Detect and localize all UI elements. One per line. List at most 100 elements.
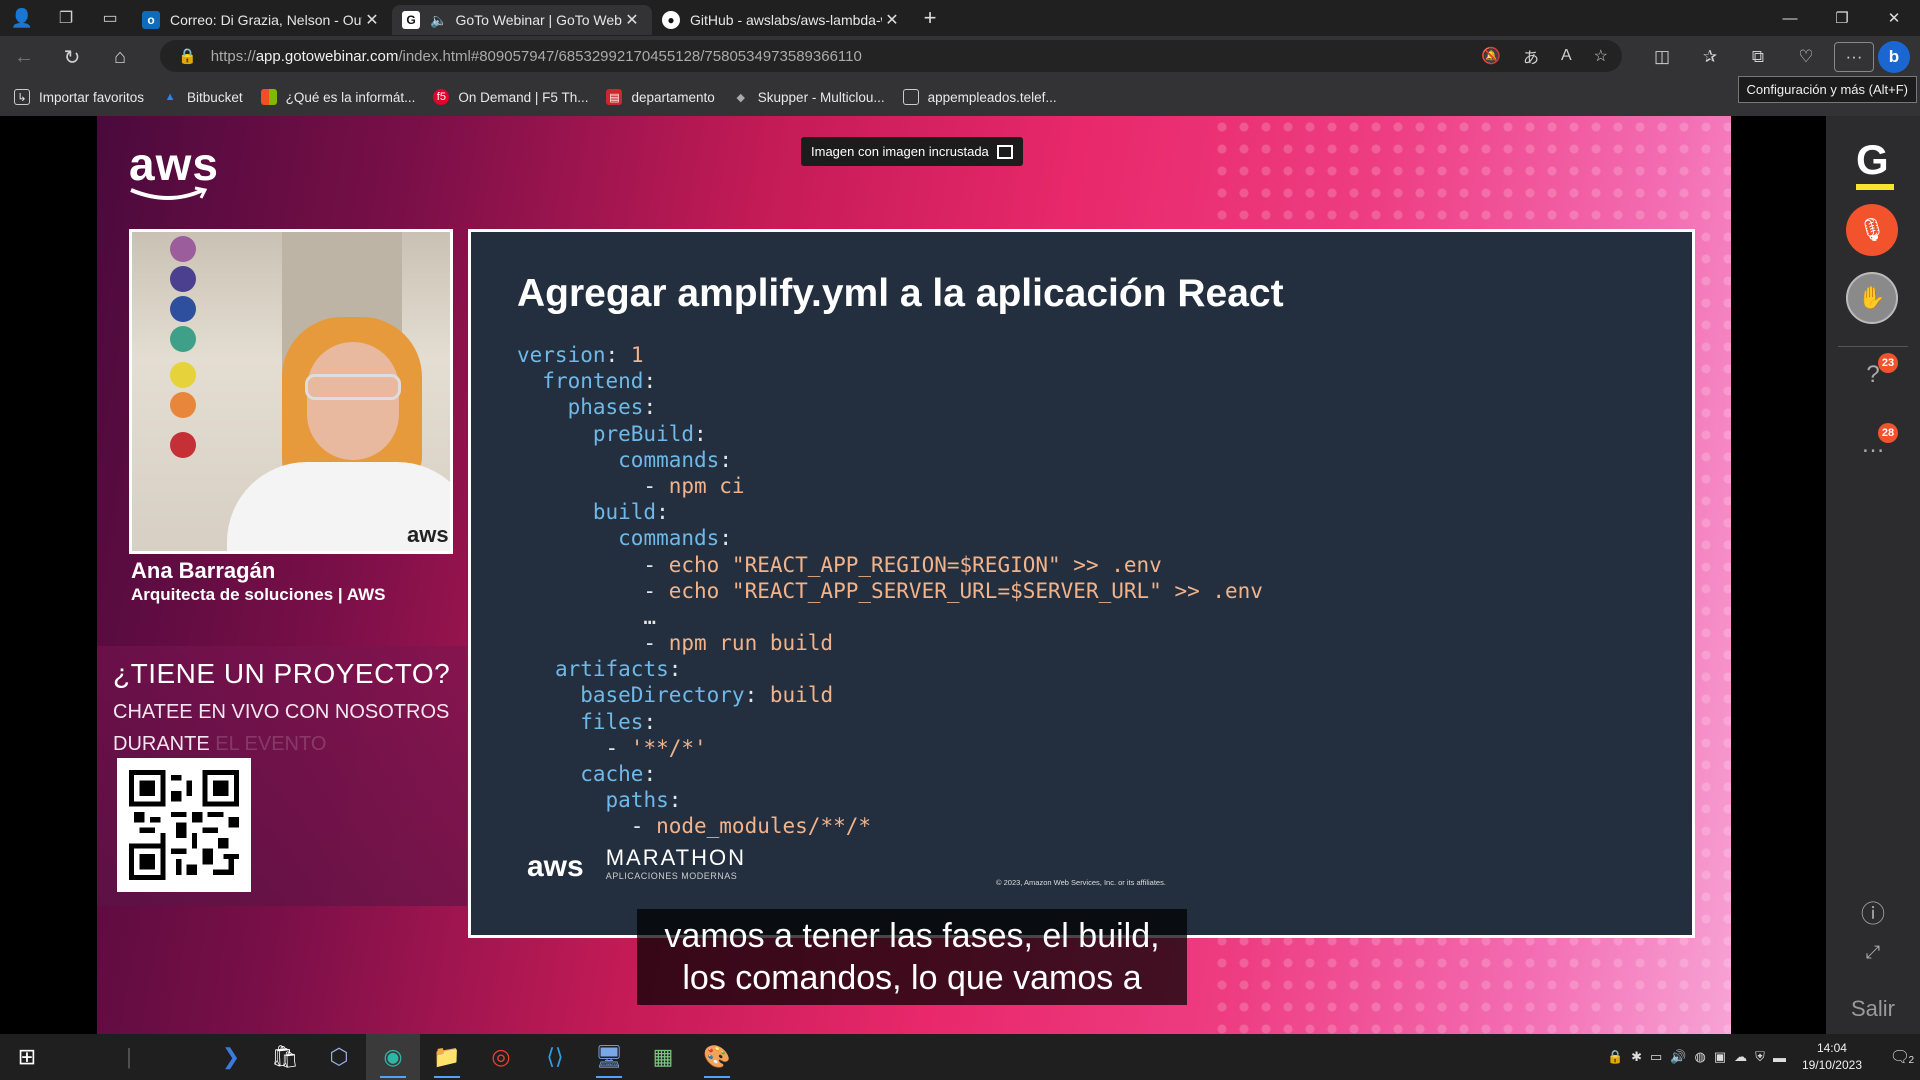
questions-button[interactable]: ? 23 bbox=[1858, 353, 1898, 391]
notification-count: 2 bbox=[1908, 1055, 1914, 1066]
code-token: - bbox=[517, 552, 669, 577]
battery-icon[interactable]: ▬ bbox=[1773, 1050, 1786, 1065]
close-window-button[interactable]: ✕ bbox=[1868, 0, 1920, 36]
qr-code[interactable] bbox=[117, 758, 251, 892]
code-token: artifacts bbox=[554, 657, 669, 682]
code-token: : bbox=[719, 526, 732, 551]
vscode-app[interactable]: ⟨⟩ bbox=[528, 1034, 582, 1080]
chat-button[interactable]: … 28 bbox=[1858, 423, 1898, 461]
file-explorer-app[interactable]: 📁 bbox=[420, 1034, 474, 1080]
tab-actions-icon[interactable]: ▭ bbox=[88, 0, 132, 36]
profile-avatar[interactable]: 👤 bbox=[0, 0, 44, 36]
split-screen-icon[interactable]: ◫ bbox=[1638, 47, 1686, 67]
url-prefix: https:// bbox=[210, 47, 256, 65]
bing-copilot-icon[interactable]: b bbox=[1878, 41, 1910, 73]
bookmarks-bar: ↳ Importar favoritos ▲ Bitbucket ¿Qué es l… bbox=[0, 78, 1920, 116]
edge-app[interactable]: ◉ bbox=[366, 1034, 420, 1080]
code-token: : bbox=[668, 788, 682, 813]
tray-display-icon[interactable]: ▣ bbox=[1714, 1049, 1726, 1065]
new-tab-button[interactable]: + bbox=[912, 5, 948, 31]
translate-icon[interactable]: あ bbox=[1523, 44, 1539, 68]
tab-outlook[interactable]: o Correo: Di Grazia, Nelson - Outlo ✕ bbox=[132, 5, 392, 35]
code-token: echo "REACT_APP_SERVER_URL=$SERVER_URL" … bbox=[668, 578, 1263, 603]
powershell-app[interactable]: ❯ bbox=[204, 1034, 258, 1080]
microsoft-icon bbox=[260, 89, 277, 105]
bookmark-bitbucket[interactable]: ▲ Bitbucket bbox=[162, 89, 243, 105]
code-token: files bbox=[580, 709, 644, 734]
bookmark-f5[interactable]: f5 On Demand | F5 Th... bbox=[433, 89, 588, 105]
code-token: : bbox=[643, 709, 657, 734]
minimize-button[interactable]: — bbox=[1764, 0, 1816, 36]
microphone-button[interactable]: 🎙 bbox=[1846, 204, 1898, 256]
presenter-webcam: aws bbox=[129, 229, 453, 554]
close-icon[interactable]: ✕ bbox=[882, 10, 902, 30]
video-stage[interactable]: aws Imagen con imagen incrustada aws Ana… bbox=[97, 116, 1731, 1034]
refresh-button[interactable]: ↻ bbox=[48, 45, 96, 70]
start-button[interactable]: ⊞ bbox=[0, 1034, 54, 1080]
code-token: commands bbox=[618, 447, 720, 472]
read-aloud-icon[interactable]: A bbox=[1561, 47, 1572, 65]
code-line: - echo "REACT_APP_SERVER_URL=$SERVER_URL… bbox=[517, 578, 1263, 604]
home-button[interactable]: ⌂ bbox=[96, 46, 144, 69]
browser-essentials-icon[interactable]: ♡ bbox=[1782, 47, 1830, 67]
live-caption: vamos a tener las fases, el build, los c… bbox=[637, 909, 1187, 1005]
tab-gotowebinar[interactable]: G 🔈 GoTo Webinar | GoTo Webin ✕ bbox=[392, 5, 652, 35]
notifications-blocked-icon[interactable]: 🔕 bbox=[1481, 46, 1501, 66]
info-button[interactable]: ⓘ bbox=[1858, 894, 1888, 928]
lock-icon[interactable]: 🔒 bbox=[178, 47, 197, 65]
bookmark-skupper[interactable]: ◆ Skupper - Multiclou... bbox=[733, 89, 885, 105]
bookmark-appempleados[interactable]: appempleados.telef... bbox=[902, 89, 1057, 105]
tray-app-icon[interactable]: ◍ bbox=[1695, 1049, 1706, 1065]
code-token: - bbox=[517, 814, 657, 839]
code-token: npm run build bbox=[668, 631, 834, 656]
close-icon[interactable]: ✕ bbox=[362, 10, 382, 30]
favorites-icon[interactable]: ✰ bbox=[1686, 47, 1734, 67]
exit-button[interactable]: Salir bbox=[1826, 996, 1920, 1022]
notification-icon: 🗨 bbox=[1889, 1049, 1911, 1066]
bookmark-departamento[interactable]: ▤ departamento bbox=[606, 89, 715, 105]
code-token: : bbox=[744, 683, 770, 708]
bluetooth-icon[interactable]: ✱ bbox=[1631, 1049, 1642, 1065]
url-input[interactable]: 🔒 https://app.gotowebinar.com/index.html… bbox=[160, 40, 1622, 72]
code-token: build bbox=[592, 500, 657, 525]
code-line: version: 1 bbox=[517, 342, 1263, 368]
tray-cloud-icon[interactable]: ☁ bbox=[1734, 1049, 1747, 1065]
volume-icon[interactable]: 🔊 bbox=[1670, 1049, 1686, 1065]
picture-in-picture-button[interactable]: Imagen con imagen incrustada bbox=[801, 137, 1023, 166]
raise-hand-button[interactable]: ✋ bbox=[1846, 272, 1898, 324]
collections-icon[interactable]: ⧉ bbox=[1734, 47, 1782, 67]
pip-icon bbox=[996, 144, 1013, 159]
webinar-viewport: aws Imagen con imagen incrustada aws Ana… bbox=[0, 116, 1920, 1034]
fullscreen-button[interactable]: ⤢ bbox=[1858, 942, 1888, 972]
clock[interactable]: 14:04 19/10/2023 bbox=[1802, 1040, 1862, 1074]
favorite-star-icon[interactable]: ☆ bbox=[1594, 46, 1608, 66]
restore-button[interactable]: ❐ bbox=[1816, 0, 1868, 36]
speaker-icon[interactable]: 🔈 bbox=[430, 12, 447, 29]
promo-title: ¿TIENE UN PROYECTO? bbox=[113, 658, 451, 689]
back-button[interactable]: ← bbox=[0, 46, 48, 69]
store-app[interactable]: 🛍 bbox=[258, 1034, 312, 1080]
tab-github[interactable]: ● GitHub - awslabs/aws-lambda-w ✕ bbox=[652, 5, 912, 35]
notification-center-button[interactable]: 🗨 2 bbox=[1880, 1047, 1920, 1067]
presentation-slide: Agregar amplify.yml a la aplicación Reac… bbox=[468, 229, 1695, 938]
microphone-muted-icon: 🎙 bbox=[1858, 217, 1886, 242]
more-options-button[interactable]: ··· bbox=[1834, 42, 1874, 72]
remote-desktop-app[interactable]: 🖥 bbox=[582, 1034, 636, 1080]
tab-title: Correo: Di Grazia, Nelson - Outlo bbox=[170, 12, 362, 28]
notepad-app[interactable]: ▦ bbox=[636, 1034, 690, 1080]
virtualbox-app[interactable]: ⬡ bbox=[312, 1034, 366, 1080]
tray-shield-icon[interactable]: ⛨ bbox=[1755, 1049, 1765, 1065]
bookmark-informatica[interactable]: ¿Qué es la informát... bbox=[260, 89, 415, 105]
paint-app[interactable]: 🎨 bbox=[690, 1034, 744, 1080]
bookmark-import[interactable]: ↳ Importar favoritos bbox=[14, 89, 144, 105]
code-token: : bbox=[605, 343, 631, 367]
chrome-app[interactable]: ◎ bbox=[474, 1034, 528, 1080]
code-line: - node_modules/**/* bbox=[517, 813, 1263, 839]
workspaces-icon[interactable]: ❐ bbox=[44, 0, 88, 36]
network-icon[interactable]: ▭ bbox=[1650, 1049, 1662, 1065]
tab-title: GoTo Webinar | GoTo Webin bbox=[455, 12, 622, 28]
tray-vpn-icon[interactable]: 🔒 bbox=[1607, 1049, 1623, 1065]
close-icon[interactable]: ✕ bbox=[622, 10, 642, 30]
